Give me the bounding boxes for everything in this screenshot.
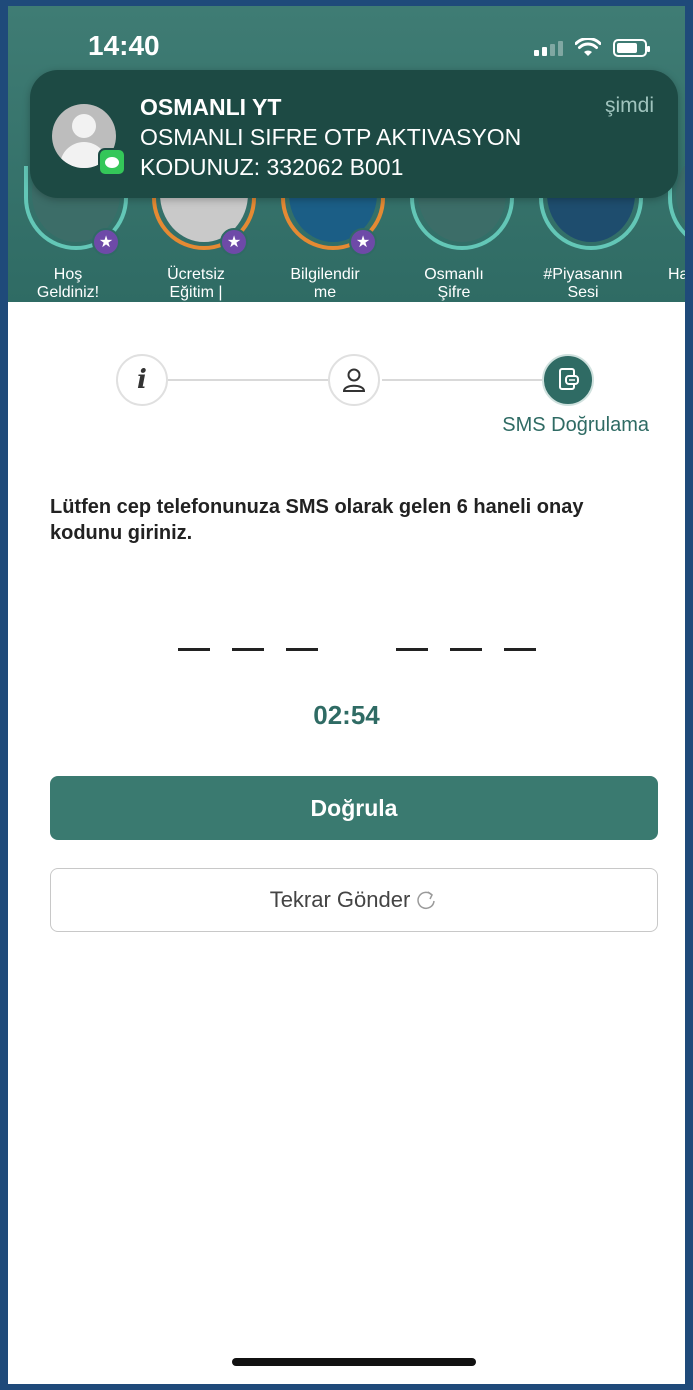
header-area: 14:40 ★ Hoş Geldiniz! ★ Ücretsiz Eğitim | xyxy=(8,6,685,302)
progress-stepper: i SMS Doğrulama xyxy=(8,326,685,446)
info-icon: i xyxy=(137,365,147,395)
wifi-icon xyxy=(575,38,601,56)
star-icon: ★ xyxy=(220,228,248,256)
status-icons xyxy=(534,38,650,58)
countdown-timer: 02:54 xyxy=(313,700,380,730)
status-time: 14:40 xyxy=(88,30,160,61)
resend-button[interactable]: Tekrar Gönder xyxy=(50,868,658,932)
home-indicator[interactable] xyxy=(232,1358,476,1366)
resend-label: Tekrar Gönder xyxy=(269,887,411,912)
otp-digit-slot[interactable] xyxy=(450,648,482,651)
notification-line-1: OSMANLI SIFRE OTP AKTIVASYON xyxy=(140,124,522,150)
notification-line-2: KODUNUZ: 332062 B001 xyxy=(140,154,404,180)
step-label-sms: SMS Doğrulama xyxy=(502,414,649,436)
notification-time: şimdi xyxy=(604,94,654,117)
otp-digit-slot[interactable] xyxy=(396,648,428,651)
step-sms xyxy=(542,354,594,406)
signal-icon xyxy=(534,40,563,56)
refresh-icon xyxy=(414,888,438,912)
star-icon: ★ xyxy=(349,228,377,256)
otp-digit-slot[interactable] xyxy=(504,648,536,651)
notification-sender: OSMANLI YT xyxy=(140,94,282,120)
sms-verify-icon xyxy=(559,368,579,390)
otp-digit-slot[interactable] xyxy=(232,648,264,651)
otp-input[interactable] xyxy=(178,648,538,652)
star-icon: ★ xyxy=(92,228,120,256)
instruction-text: Lütfen cep telefonunuza SMS olarak gelen… xyxy=(50,496,584,544)
step-connector xyxy=(382,379,544,381)
messages-app-icon xyxy=(98,148,126,176)
step-user xyxy=(328,354,380,406)
verify-button[interactable]: Doğrula xyxy=(50,776,658,840)
otp-digit-slot[interactable] xyxy=(178,648,210,651)
battery-icon xyxy=(613,39,650,57)
app-screen: 14:40 ★ Hoş Geldiniz! ★ Ücretsiz Eğitim | xyxy=(8,6,685,1384)
message-notification[interactable]: OSMANLI YT şimdi OSMANLI SIFRE OTP AKTIV… xyxy=(30,70,678,198)
otp-digit-slot[interactable] xyxy=(286,648,318,651)
user-icon xyxy=(342,368,366,392)
step-info: i xyxy=(116,354,168,406)
step-connector xyxy=(168,379,330,381)
